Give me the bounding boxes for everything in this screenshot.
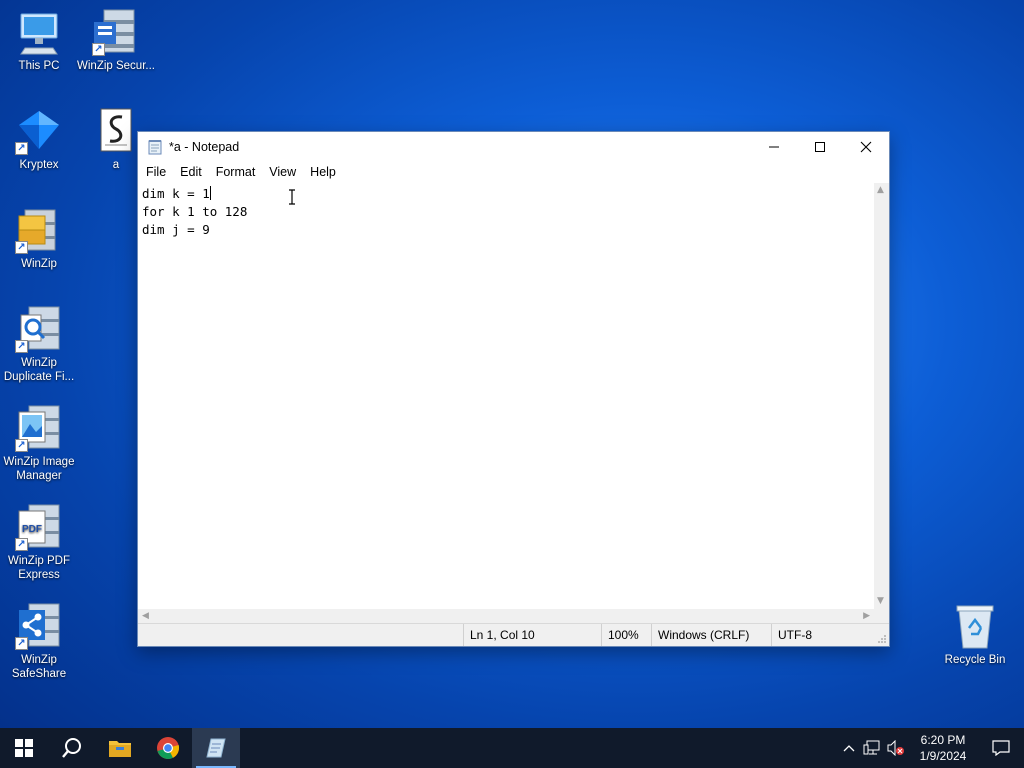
computer-icon bbox=[15, 8, 63, 56]
maximize-icon bbox=[815, 141, 825, 152]
scroll-up-icon[interactable]: ▲ bbox=[877, 186, 884, 195]
shortcut-arrow-icon: ↗ bbox=[15, 340, 28, 353]
kryptex-icon: ↗ bbox=[15, 107, 63, 155]
volume-button[interactable] bbox=[884, 728, 908, 768]
menu-view[interactable]: View bbox=[262, 163, 303, 181]
desktop-icon-label: WinZip PDF Express bbox=[8, 555, 70, 581]
taskbar: 6:20 PM 1/9/2024 bbox=[0, 728, 1024, 768]
taskbar-file-explorer[interactable] bbox=[96, 728, 144, 768]
menu-file[interactable]: File bbox=[139, 163, 173, 181]
desktop-icon-label: WinZip Secur... bbox=[77, 60, 155, 72]
script-file-icon bbox=[92, 107, 140, 155]
desktop-icon-winzip-pdf-express[interactable]: PDF ↗ WinZip PDF Express bbox=[0, 503, 78, 582]
resize-grip-icon[interactable] bbox=[877, 634, 887, 644]
vertical-scrollbar[interactable]: ▲ ▼ bbox=[874, 183, 889, 609]
desktop-icon-label: Kryptex bbox=[19, 159, 59, 171]
network-icon bbox=[863, 740, 880, 755]
notepad-window[interactable]: *a - Notepad File Edit Format View Help … bbox=[137, 131, 890, 647]
shortcut-arrow-icon: ↗ bbox=[15, 142, 28, 155]
winzip-image-icon: ↗ bbox=[15, 404, 63, 452]
text-caret bbox=[209, 186, 211, 200]
taskbar-notepad[interactable] bbox=[192, 728, 240, 768]
minimize-icon bbox=[769, 146, 779, 147]
status-bar: Ln 1, Col 10 100% Windows (CRLF) UTF-8 bbox=[138, 623, 889, 646]
editor-line: dim j = 9 bbox=[142, 222, 210, 237]
shortcut-arrow-icon: ↗ bbox=[15, 241, 28, 254]
shortcut-arrow-icon: ↗ bbox=[92, 43, 105, 56]
close-icon bbox=[860, 141, 872, 152]
desktop-icon-this-pc[interactable]: This PC bbox=[0, 8, 78, 73]
taskbar-chrome[interactable] bbox=[144, 728, 192, 768]
menu-bar: File Edit Format View Help bbox=[138, 161, 889, 183]
desktop-icon-winzip[interactable]: ↗ WinZip bbox=[0, 206, 78, 271]
status-line-ending: Windows (CRLF) bbox=[651, 624, 771, 646]
scrollbar-corner bbox=[874, 609, 889, 624]
close-button[interactable] bbox=[843, 132, 889, 161]
desktop-icon-label: a bbox=[112, 159, 120, 171]
window-title: *a - Notepad bbox=[169, 139, 240, 154]
volume-muted-icon bbox=[887, 740, 904, 756]
text-cursor-icon bbox=[289, 189, 295, 205]
scroll-left-icon[interactable]: ◀ bbox=[142, 612, 149, 621]
maximize-button[interactable] bbox=[797, 132, 843, 161]
scroll-down-icon[interactable]: ▼ bbox=[877, 597, 884, 606]
editor-line: dim k = 1 bbox=[142, 186, 211, 201]
clock-time: 6:20 PM bbox=[920, 733, 966, 747]
notification-icon bbox=[992, 740, 1010, 756]
desktop-icon-winzip-secure[interactable]: ↗ WinZip Secur... bbox=[77, 8, 155, 73]
folder-icon bbox=[109, 741, 131, 757]
shortcut-arrow-icon: ↗ bbox=[15, 439, 28, 452]
recycle-bin-icon bbox=[951, 602, 999, 650]
status-position: Ln 1, Col 10 bbox=[463, 624, 603, 646]
system-tray: 6:20 PM 1/9/2024 bbox=[838, 728, 1024, 768]
action-center-button[interactable] bbox=[978, 728, 1024, 768]
clock[interactable]: 6:20 PM 1/9/2024 bbox=[908, 732, 978, 764]
shortcut-arrow-icon: ↗ bbox=[15, 538, 28, 551]
minimize-button[interactable] bbox=[751, 132, 797, 161]
network-button[interactable] bbox=[860, 728, 884, 768]
desktop-icon-label: This PC bbox=[18, 60, 60, 72]
status-encoding: UTF-8 bbox=[771, 624, 871, 646]
desktop-icon-label: WinZip Duplicate Fi... bbox=[3, 357, 75, 383]
winzip-secure-icon: ↗ bbox=[92, 8, 140, 56]
horizontal-scrollbar[interactable]: ◀ ▶ bbox=[138, 609, 874, 624]
winzip-icon: ↗ bbox=[15, 206, 63, 254]
desktop-icon-winzip-duplicate[interactable]: ↗ WinZip Duplicate Fi... bbox=[0, 305, 78, 384]
start-button[interactable] bbox=[0, 728, 48, 768]
editor-line: for k 1 to 128 bbox=[142, 204, 248, 219]
winzip-pdf-icon: PDF ↗ bbox=[15, 503, 63, 551]
notepad-taskbar-icon bbox=[206, 738, 226, 758]
text-editor[interactable]: dim k = 1 for k 1 to 128 dim j = 9 bbox=[138, 183, 874, 609]
search-icon bbox=[62, 738, 81, 758]
status-zoom: 100% bbox=[601, 624, 651, 646]
chevron-up-icon bbox=[843, 745, 855, 752]
desktop-icon-label: WinZip Image Manager bbox=[3, 456, 75, 482]
desktop-icon-winzip-image-manager[interactable]: ↗ WinZip Image Manager bbox=[0, 404, 78, 483]
clock-date: 1/9/2024 bbox=[919, 749, 967, 763]
menu-help[interactable]: Help bbox=[303, 163, 343, 181]
desktop-icon-label: WinZip bbox=[21, 258, 57, 270]
winzip-duplicate-icon: ↗ bbox=[15, 305, 63, 353]
notepad-app-icon bbox=[148, 139, 162, 154]
svg-text:PDF: PDF bbox=[22, 524, 42, 535]
title-bar[interactable]: *a - Notepad bbox=[138, 132, 889, 161]
winzip-safeshare-icon: ↗ bbox=[15, 602, 63, 650]
windows-logo-icon bbox=[15, 739, 33, 757]
chrome-icon bbox=[157, 737, 180, 759]
shortcut-arrow-icon: ↗ bbox=[15, 637, 28, 650]
desktop-icon-winzip-safeshare[interactable]: ↗ WinZip SafeShare bbox=[0, 602, 78, 681]
search-button[interactable] bbox=[48, 728, 96, 768]
show-hidden-icons-button[interactable] bbox=[838, 728, 860, 768]
desktop-icon-label: Recycle Bin bbox=[944, 654, 1006, 666]
desktop-icon-kryptex[interactable]: ↗ Kryptex bbox=[0, 107, 78, 172]
desktop-icon-label: WinZip SafeShare bbox=[11, 654, 67, 680]
menu-format[interactable]: Format bbox=[209, 163, 263, 181]
menu-edit[interactable]: Edit bbox=[173, 163, 209, 181]
scroll-right-icon[interactable]: ▶ bbox=[863, 612, 870, 621]
desktop-icon-recycle-bin[interactable]: Recycle Bin bbox=[936, 602, 1014, 667]
